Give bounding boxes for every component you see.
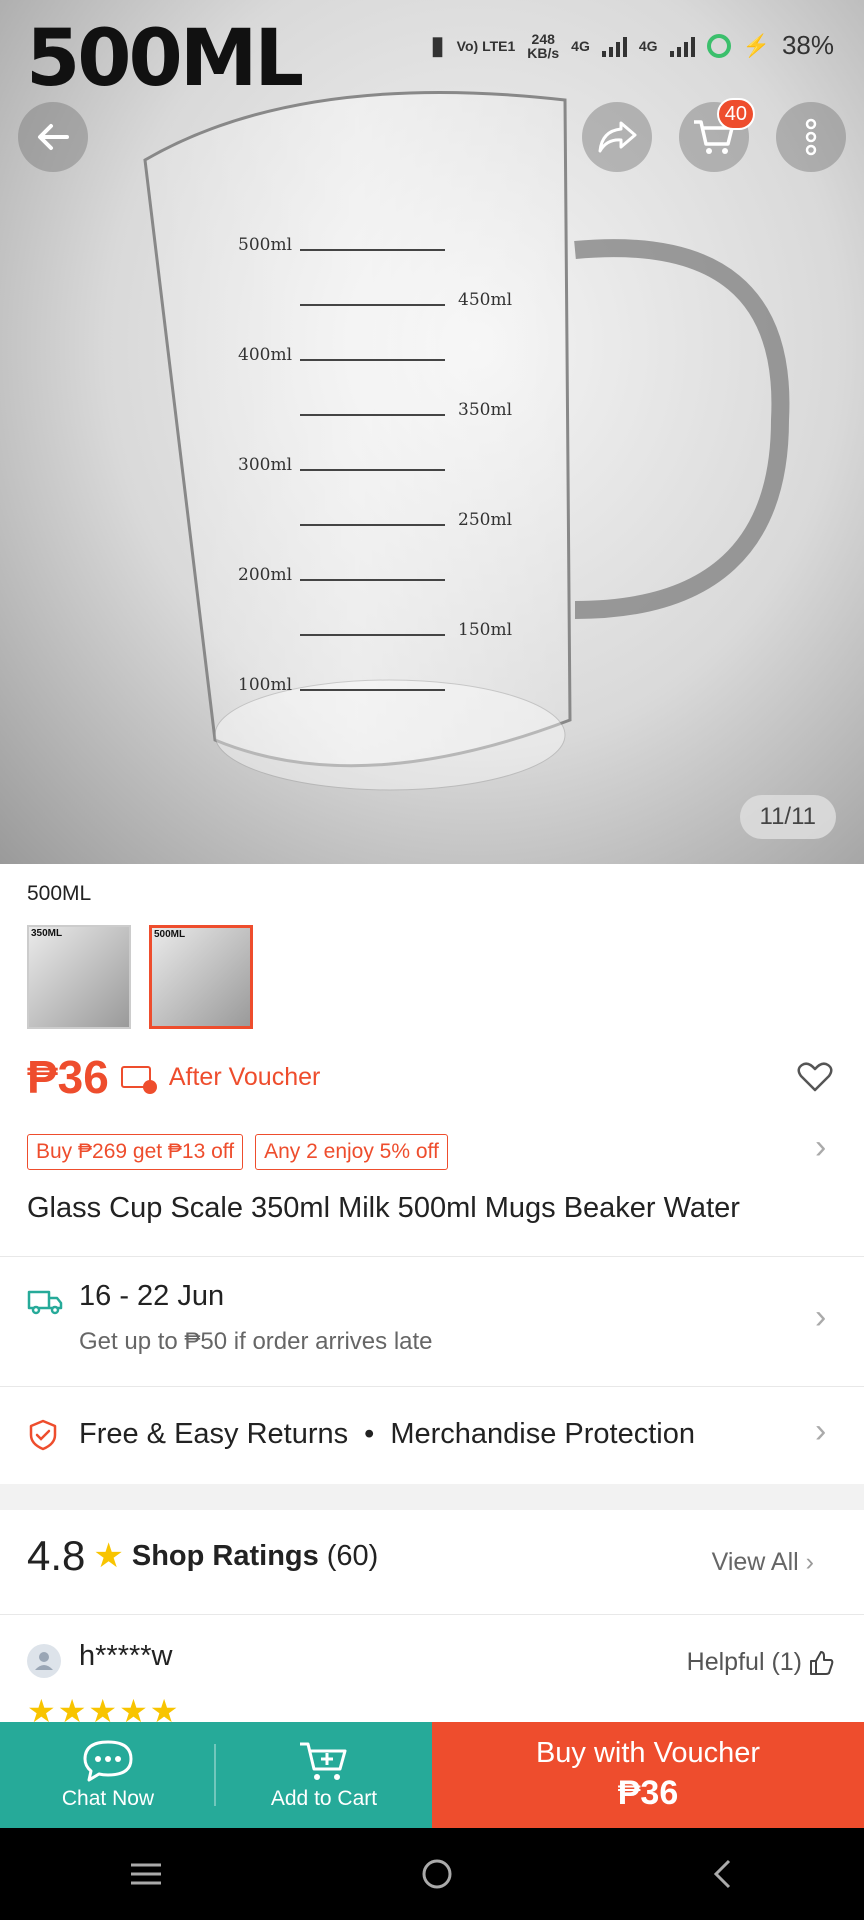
battery-level: 38%: [781, 30, 834, 60]
buy-label: Buy with Voucher: [535, 1737, 761, 1769]
signal-label-1: 4G: [571, 37, 590, 54]
shop-ratings-label: Shop Ratings: [131, 1539, 319, 1572]
section-gap: [0, 1484, 864, 1510]
status-bar: ▮ Vo) LTE1 248 KB/s 4G 4G ⚡ 38%: [430, 30, 834, 61]
scale-label: 500ml: [238, 235, 292, 255]
shop-ratings-header: 4.8 ★ Shop Ratings (60): [27, 1532, 378, 1580]
chat-icon: [83, 1740, 133, 1782]
scale-label: 150ml: [458, 620, 512, 640]
price-row: ₱36 After Voucher: [27, 1050, 837, 1104]
add-to-cart-label: Add to Cart: [270, 1787, 378, 1810]
chat-now-button[interactable]: Chat Now: [0, 1722, 216, 1828]
chevron-right-icon[interactable]: ›: [815, 1128, 826, 1167]
vibrate-icon: ▮: [430, 30, 445, 60]
avatar: [27, 1644, 61, 1678]
cart-button[interactable]: 40: [679, 98, 755, 172]
scale-label: 100ml: [238, 675, 292, 695]
user-icon: [35, 1652, 53, 1670]
star-icon: ★: [93, 1537, 124, 1575]
truck-icon: [27, 1290, 63, 1315]
scale-label: 250ml: [458, 510, 512, 530]
chevron-right-icon: ›: [805, 1548, 814, 1576]
scale-label: 200ml: [238, 565, 292, 585]
secondary-actions: Chat Now Add to Cart: [0, 1722, 432, 1828]
divider: [0, 1256, 864, 1257]
chevron-right-icon[interactable]: ›: [815, 1298, 826, 1337]
share-button[interactable]: [582, 102, 652, 172]
variation-option-label: 350ML: [31, 928, 63, 939]
returns-row[interactable]: Free & Easy Returns • Merchandise Protec…: [27, 1418, 695, 1451]
chevron-right-icon[interactable]: ›: [815, 1412, 826, 1451]
promotions[interactable]: Buy ₱269 get ₱13 off Any 2 enjoy 5% off: [27, 1134, 448, 1170]
thumbs-up-icon: [810, 1650, 834, 1675]
buy-with-voucher-button[interactable]: Buy with Voucher ₱36: [432, 1722, 864, 1828]
view-all-label: View All: [711, 1548, 799, 1576]
arrow-left-icon: [38, 124, 69, 150]
shield-check-icon: [29, 1419, 57, 1450]
helpful-button[interactable]: Helpful (1): [687, 1648, 834, 1677]
more-options-button[interactable]: [776, 102, 846, 172]
product-title: Glass Cup Scale 350ml Milk 500ml Mugs Be…: [27, 1192, 740, 1224]
sync-icon: [706, 33, 731, 58]
voucher-icon: [120, 1066, 157, 1094]
price: ₱36: [27, 1051, 109, 1103]
scale-label: 300ml: [238, 455, 292, 475]
promo-tag[interactable]: Any 2 enjoy 5% off: [255, 1134, 448, 1170]
heart-icon[interactable]: [797, 1061, 833, 1093]
after-voucher-label: After Voucher: [168, 1062, 321, 1091]
image-overlay-label: 500ML: [26, 14, 304, 104]
cart-count-badge: 40: [716, 98, 755, 130]
system-navigation-bar: [0, 1828, 864, 1920]
variation-option-selected[interactable]: 500ML: [149, 925, 253, 1029]
signal-icon: [669, 35, 695, 57]
back-nav-icon[interactable]: [711, 1858, 735, 1890]
variation-thumbnails: 350ML 500ML: [27, 925, 253, 1029]
more-vertical-icon: [805, 118, 817, 156]
scale-label: 400ml: [238, 345, 292, 365]
helpful-label: Helpful (1): [686, 1648, 802, 1676]
divider: [0, 1614, 864, 1615]
product-image[interactable]: 500ml 450ml 400ml 350ml 300ml 250ml 200m…: [0, 0, 864, 864]
back-button[interactable]: [18, 102, 88, 172]
late-guarantee: Get up to ₱50 if order arrives late: [79, 1328, 433, 1355]
bottom-action-bar: Chat Now Add to Cart Buy with Voucher ₱3…: [0, 1722, 864, 1828]
variation-option-label: 500ML: [154, 929, 186, 940]
add-cart-icon: [300, 1742, 347, 1780]
delivery-date: 16 - 22 Jun: [79, 1280, 225, 1312]
network-type: Vo) LTE1: [456, 37, 516, 54]
signal-icon: [601, 35, 627, 57]
variation-option[interactable]: 350ML: [27, 925, 131, 1029]
divider: [0, 1386, 864, 1387]
buy-price: ₱36: [617, 1774, 679, 1812]
share-icon: [598, 121, 637, 153]
returns-label: Free & Easy Returns: [79, 1418, 349, 1450]
scale-label: 450ml: [458, 290, 512, 310]
signal-label-2: 4G: [638, 37, 658, 54]
network-speed: 248 KB/s: [527, 30, 560, 61]
add-to-cart-button[interactable]: Add to Cart: [216, 1722, 432, 1828]
image-counter: 11/11: [739, 795, 836, 839]
rating-count: (60): [326, 1539, 379, 1572]
reviewer-name: h*****w: [79, 1640, 173, 1672]
scale-label: 350ml: [458, 400, 512, 420]
menu-icon[interactable]: [129, 1861, 163, 1887]
separator-dot: •: [364, 1418, 375, 1450]
home-icon[interactable]: [420, 1857, 454, 1891]
divider: [214, 1744, 216, 1806]
view-all-link[interactable]: View All ›: [712, 1548, 814, 1577]
charging-icon: ⚡: [742, 32, 770, 58]
promo-tag[interactable]: Buy ₱269 get ₱13 off: [27, 1134, 244, 1170]
protection-label: Merchandise Protection: [390, 1418, 695, 1450]
rating-value: 4.8: [27, 1532, 86, 1579]
chat-now-label: Chat Now: [61, 1787, 155, 1810]
variation-label: 500ML: [27, 882, 92, 905]
